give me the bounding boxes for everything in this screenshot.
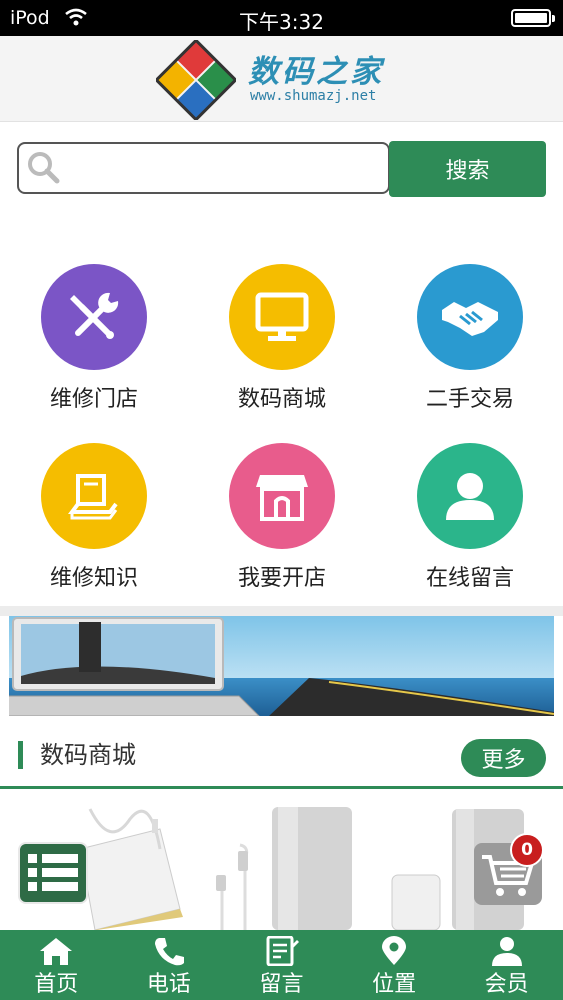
home-icon (40, 938, 73, 965)
grid-label: 我要开店 (237, 566, 326, 591)
repair-tools-icon (70, 292, 119, 339)
grid-circle (41, 443, 147, 549)
battery-icon (511, 9, 555, 27)
product-image[interactable] (216, 807, 352, 930)
nav-item-phone[interactable]: 电话 (113, 930, 226, 1000)
section-divider (0, 606, 563, 616)
handshake-icon (442, 302, 498, 336)
grid-label: 维修知识 (49, 566, 138, 591)
grid-item-open-store[interactable]: 我要开店 (188, 443, 376, 592)
member-icon (491, 937, 522, 966)
message-icon (266, 936, 300, 966)
storefront-icon (256, 475, 308, 521)
menu-list-button[interactable] (18, 842, 88, 904)
grid-item-repair-knowledge[interactable]: 维修知识 (0, 443, 188, 592)
nav-label: 首页 (34, 972, 79, 997)
nav-label: 位置 (372, 972, 417, 997)
nav-item-home[interactable]: 首页 (0, 930, 113, 1000)
more-button[interactable]: 更多 (461, 739, 546, 777)
grid-label: 数码商城 (237, 387, 326, 412)
book-icon (68, 474, 118, 520)
grid-circle (417, 443, 523, 549)
section-title: 数码商城 (40, 741, 136, 769)
location-icon (382, 936, 407, 965)
grid-item-digital-mall[interactable]: 数码商城 (188, 264, 376, 413)
logo-title: 数码之家 (248, 54, 384, 90)
nav-item-location[interactable]: 位置 (338, 930, 451, 1000)
grid-circle (417, 264, 523, 370)
logo-url: www.shumazj.net (250, 88, 377, 104)
grid-label: 维修门店 (49, 387, 138, 412)
grid-label: 在线留言 (425, 566, 514, 591)
nav-label: 会员 (484, 972, 529, 997)
monitor-icon (255, 292, 309, 341)
product-image[interactable] (79, 808, 183, 930)
list-icon (28, 854, 78, 891)
promo-banner[interactable] (9, 616, 554, 716)
grid-circle (229, 264, 335, 370)
grid-item-second-hand[interactable]: 二手交易 (376, 264, 563, 413)
cart-count-badge: 0 (510, 833, 544, 867)
grid-circle (229, 443, 335, 549)
grid-circle (41, 264, 147, 370)
status-bar: iPod 下午3:32 (0, 0, 563, 36)
search-icon (26, 150, 62, 190)
nav-item-member[interactable]: 会员 (450, 930, 563, 1000)
section-accent-bar (18, 741, 23, 769)
logo-icon[interactable] (154, 38, 238, 124)
user-icon (446, 473, 494, 520)
grid-label: 二手交易 (425, 387, 514, 412)
search-input[interactable] (17, 142, 390, 194)
grid-item-repair-shop[interactable]: 维修门店 (0, 264, 188, 413)
nav-item-message[interactable]: 留言 (225, 930, 338, 1000)
bottom-nav: 首页 电话 留言 位置 会员 (0, 930, 563, 1000)
search-button[interactable]: 搜索 (389, 141, 546, 197)
nav-label: 电话 (146, 972, 191, 997)
app-screen: iPod 下午3:32 数码之家 www.shumazj.net 搜索 维修门店… (0, 0, 563, 1000)
clock-time: 下午3:32 (239, 10, 324, 34)
grid-item-online-message[interactable]: 在线留言 (376, 443, 563, 592)
nav-label: 留言 (259, 972, 304, 997)
phone-icon (154, 938, 184, 966)
